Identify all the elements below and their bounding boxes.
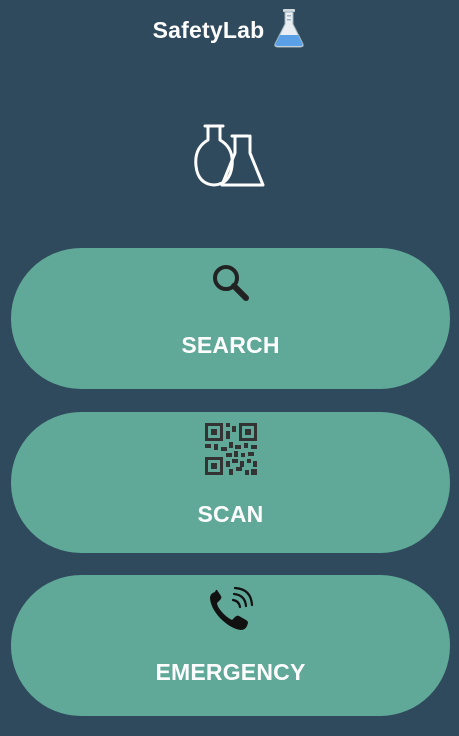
- app-header: SafetyLab: [0, 0, 459, 62]
- qr-code-icon: [203, 421, 259, 477]
- emergency-button[interactable]: EMERGENCY: [11, 575, 450, 716]
- app-screen: SafetyLab SEARCH SCAN EMERGENCY: [0, 0, 459, 736]
- search-button-label: SEARCH: [181, 332, 280, 358]
- scan-button[interactable]: SCAN: [11, 412, 450, 553]
- flask-icon: [272, 8, 306, 48]
- lab-glassware-icon: [189, 118, 269, 192]
- scan-button-label: SCAN: [197, 501, 264, 527]
- app-title: SafetyLab: [152, 16, 265, 43]
- phone-call-icon: [206, 585, 256, 633]
- emergency-button-label: EMERGENCY: [155, 659, 306, 685]
- search-button[interactable]: SEARCH: [11, 248, 450, 389]
- search-icon: [208, 260, 254, 306]
